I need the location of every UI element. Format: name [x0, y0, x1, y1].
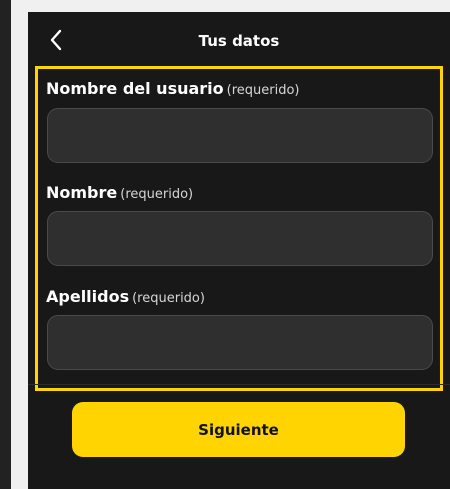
page-title: Tus datos	[198, 32, 280, 50]
last-name-input[interactable]	[47, 315, 433, 370]
last-name-required-hint: (requerido)	[132, 291, 205, 306]
next-button[interactable]: Siguiente	[72, 402, 405, 457]
first-name-label-text: Nombre	[46, 183, 118, 202]
app-screen: Tus datos Nombre del usuario (requerido) …	[28, 12, 450, 489]
first-name-input[interactable]	[47, 211, 433, 266]
first-name-label: Nombre (requerido)	[46, 183, 193, 202]
background-panel	[0, 0, 11, 489]
username-input[interactable]	[47, 108, 433, 163]
username-label-text: Nombre del usuario	[46, 79, 224, 98]
last-name-label: Apellidos (requerido)	[46, 287, 205, 306]
last-name-label-text: Apellidos	[46, 287, 130, 306]
username-required-hint: (requerido)	[226, 83, 300, 98]
username-label: Nombre del usuario (requerido)	[46, 79, 300, 98]
footer-divider	[28, 384, 450, 385]
form-panel: Nombre del usuario (requerido) Nombre (req…	[35, 66, 443, 391]
header-bar: Tus datos	[28, 12, 450, 74]
first-name-required-hint: (requerido)	[120, 187, 194, 202]
